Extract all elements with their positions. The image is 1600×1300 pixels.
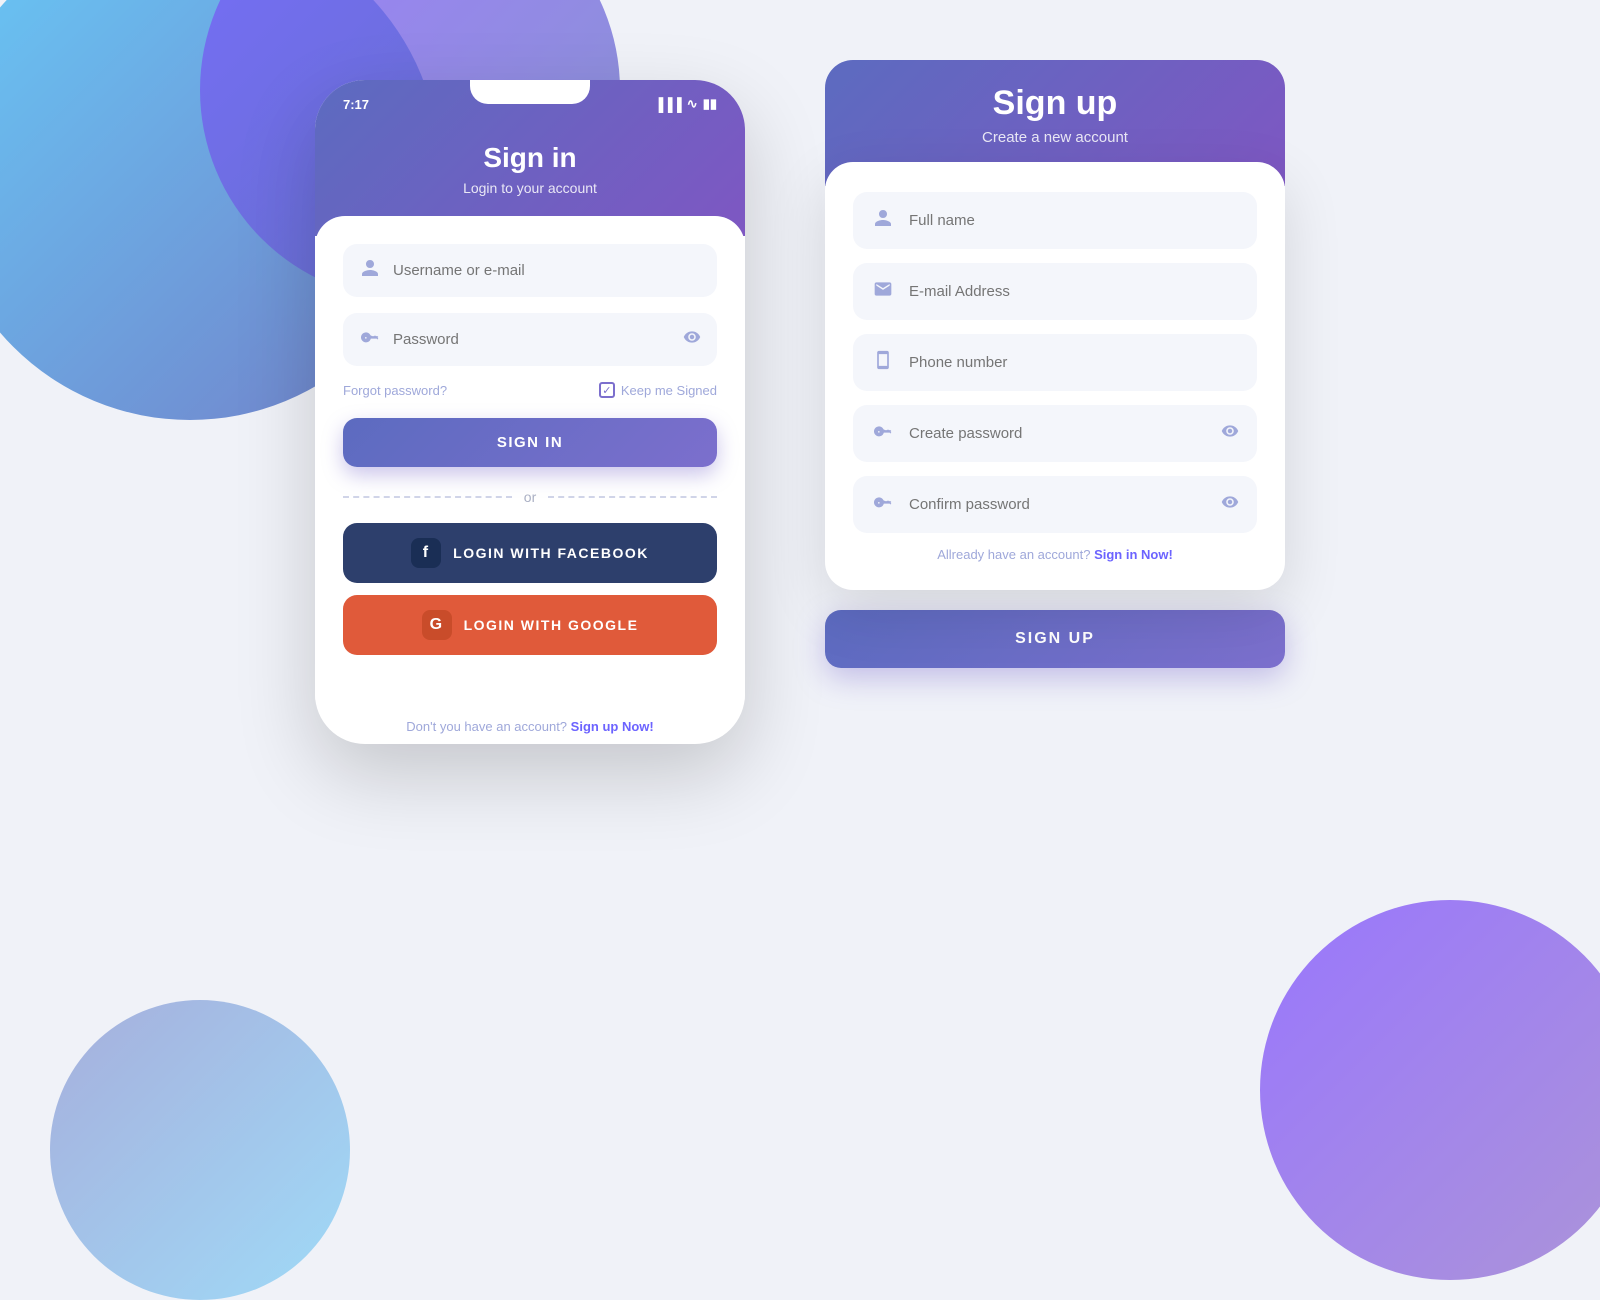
email-input-group xyxy=(853,263,1257,320)
status-time: 7:17 xyxy=(343,97,369,112)
signup-now-link[interactable]: Sign up Now! xyxy=(571,719,654,734)
wifi-icon: ∿ xyxy=(687,96,698,112)
phone-footer: Don't you have an account? Sign up Now! xyxy=(315,701,745,744)
google-icon: G xyxy=(422,610,452,640)
signup-panel: Sign up Create a new account xyxy=(825,60,1285,668)
signin-button[interactable]: SIGN IN xyxy=(343,418,717,467)
create-password-input-group xyxy=(853,405,1257,462)
or-text: or xyxy=(524,489,536,505)
keep-signed-checkbox[interactable]: ✓ xyxy=(599,382,615,398)
google-button-label: LOGIN WITH GOOGLE xyxy=(464,617,639,633)
signin-title: Sign in xyxy=(343,142,717,174)
forgot-password-link[interactable]: Forgot password? xyxy=(343,383,447,398)
confirm-password-key-icon xyxy=(871,492,895,517)
password-eye-icon[interactable] xyxy=(683,328,701,351)
confirm-password-input-group xyxy=(853,476,1257,533)
already-account-row: Allready have an account? Sign in Now! xyxy=(853,547,1257,562)
phone-header: 7:17 ▐▐▐ ∿ ▮▮ Sign in Login to your acco… xyxy=(315,80,745,236)
signup-subtitle: Create a new account xyxy=(853,129,1257,146)
google-login-button[interactable]: G LOGIN WITH GOOGLE xyxy=(343,595,717,655)
divider-line-right xyxy=(548,496,717,498)
battery-icon: ▮▮ xyxy=(703,96,717,112)
phone-notch xyxy=(470,80,590,104)
signup-body: Allready have an account? Sign in Now! xyxy=(825,162,1285,590)
signal-icon: ▐▐▐ xyxy=(654,97,682,112)
signin-now-link[interactable]: Sign in Now! xyxy=(1094,547,1173,562)
facebook-button-label: LOGIN WITH FACEBOOK xyxy=(453,545,649,561)
email-icon xyxy=(871,279,895,304)
create-password-eye-icon[interactable] xyxy=(1221,422,1239,445)
confirm-password-input[interactable] xyxy=(909,496,1207,513)
email-input[interactable] xyxy=(909,283,1239,300)
signin-subtitle: Login to your account xyxy=(343,180,717,196)
key-icon xyxy=(359,327,381,352)
user-icon xyxy=(359,258,381,283)
signup-title: Sign up xyxy=(853,84,1257,123)
keep-signed-row: ✓ Keep me Signed xyxy=(599,382,717,398)
phone-input-group xyxy=(853,334,1257,391)
forgot-row: Forgot password? ✓ Keep me Signed xyxy=(343,382,717,398)
create-password-input[interactable] xyxy=(909,425,1207,442)
fullname-input-group xyxy=(853,192,1257,249)
footer-text: Don't you have an account? xyxy=(406,719,567,734)
facebook-icon: f xyxy=(411,538,441,568)
signup-button[interactable]: SIGN UP xyxy=(825,610,1285,668)
confirm-password-eye-icon[interactable] xyxy=(1221,493,1239,516)
phone-input[interactable] xyxy=(909,354,1239,371)
password-input-group xyxy=(343,313,717,366)
phone-icon xyxy=(871,350,895,375)
main-container: 7:17 ▐▐▐ ∿ ▮▮ Sign in Login to your acco… xyxy=(0,0,1600,1200)
status-icons: ▐▐▐ ∿ ▮▮ xyxy=(654,96,717,112)
username-input-group xyxy=(343,244,717,297)
password-input[interactable] xyxy=(393,331,671,348)
phone-body: Forgot password? ✓ Keep me Signed SIGN I… xyxy=(315,216,745,701)
create-password-key-icon xyxy=(871,421,895,446)
username-input[interactable] xyxy=(393,262,701,279)
or-divider: or xyxy=(343,489,717,505)
fullname-input[interactable] xyxy=(909,212,1239,229)
already-account-text: Allready have an account? xyxy=(937,547,1090,562)
facebook-login-button[interactable]: f LOGIN WITH FACEBOOK xyxy=(343,523,717,583)
fullname-user-icon xyxy=(871,208,895,233)
signin-phone-mockup: 7:17 ▐▐▐ ∿ ▮▮ Sign in Login to your acco… xyxy=(315,80,745,744)
divider-line-left xyxy=(343,496,512,498)
keep-signed-label: Keep me Signed xyxy=(621,383,717,398)
